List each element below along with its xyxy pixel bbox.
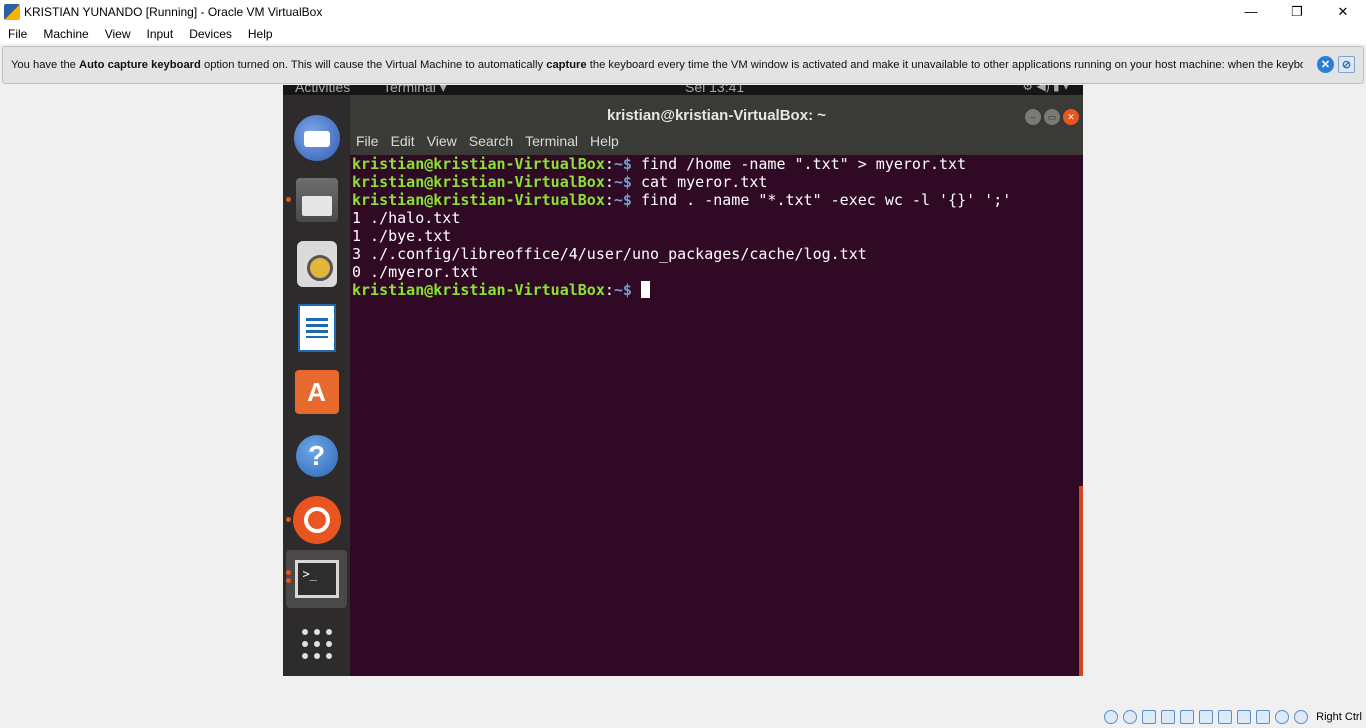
dock-files[interactable] xyxy=(283,171,350,229)
minimize-button[interactable]: — xyxy=(1228,0,1274,23)
output-line: 3 ./.config/libreoffice/4/user/uno_packa… xyxy=(352,245,867,263)
running-indicator xyxy=(286,578,291,583)
menu-file[interactable]: File xyxy=(0,27,35,41)
terminal-menu-search[interactable]: Search xyxy=(469,133,513,149)
prompt-path: ~$ xyxy=(613,173,632,191)
mute-notification-icon[interactable]: ⊘ xyxy=(1338,56,1355,73)
prompt-user: kristian@kristian-VirtualBox xyxy=(352,281,605,299)
dock-terminal[interactable]: >_ xyxy=(286,550,347,608)
software-center-icon: A xyxy=(294,370,339,414)
terminal-line: kristian@kristian-VirtualBox:~$ cat myer… xyxy=(352,173,768,191)
running-indicator xyxy=(286,197,291,202)
dock-writer[interactable] xyxy=(283,299,350,357)
ubuntu-topbar: Activities Terminal ▾ Sel 13:41 ⚙ ◀) ▮ ▾ xyxy=(283,85,1083,95)
prompt-user: kristian@kristian-VirtualBox xyxy=(352,191,605,209)
prompt-path: ~$ xyxy=(613,155,632,173)
command-text: find /home -name ".txt" > myeror.txt xyxy=(631,155,967,173)
virtualbox-logo-icon xyxy=(4,3,20,20)
rhythmbox-icon xyxy=(296,241,337,287)
menu-help[interactable]: Help xyxy=(240,27,281,41)
terminal-menu-terminal[interactable]: Terminal xyxy=(525,133,578,149)
shared-folders-icon[interactable] xyxy=(1199,710,1214,724)
dock-rhythmbox[interactable] xyxy=(283,235,350,293)
command-text: find . -name "*.txt" -exec wc -l '{}' ';… xyxy=(631,191,1012,209)
terminal-line: kristian@kristian-VirtualBox:~$ find /ho… xyxy=(352,155,967,173)
dismiss-notification-icon[interactable]: ✕ xyxy=(1317,56,1334,73)
ubuntu-dock: A ? >_ xyxy=(283,95,350,676)
terminal-menubar: File Edit View Search Terminal Help xyxy=(356,133,631,149)
libreoffice-writer-icon xyxy=(297,304,336,352)
running-indicator xyxy=(286,570,291,575)
clock[interactable]: Sel 13:41 xyxy=(685,85,744,95)
usb-icon[interactable] xyxy=(1180,710,1195,724)
audio-icon[interactable] xyxy=(1142,710,1157,724)
menu-devices[interactable]: Devices xyxy=(181,27,240,41)
output-line: 1 ./bye.txt xyxy=(352,227,452,245)
mouse-integration-icon[interactable] xyxy=(1275,710,1290,724)
terminal-scrollbar[interactable] xyxy=(1079,486,1083,676)
display-icon[interactable] xyxy=(1218,710,1233,724)
optical-drive-icon[interactable] xyxy=(1123,710,1138,724)
system-menu[interactable]: ⚙ ◀) ▮ ▾ xyxy=(1022,85,1069,93)
notification-actions: ✕ ⊘ xyxy=(1317,56,1355,73)
command-text: cat myeror.txt xyxy=(631,173,768,191)
ubuntu-icon xyxy=(292,496,341,544)
terminal-line: kristian@kristian-VirtualBox:~$ xyxy=(352,281,1083,299)
terminal-maximize-button[interactable]: ▭ xyxy=(1044,109,1060,125)
output-line: 1 ./halo.txt xyxy=(352,209,461,227)
host-key-label: Right Ctrl xyxy=(1316,711,1362,723)
vm-statusbar: Right Ctrl xyxy=(1104,706,1366,728)
terminal-icon: >_ xyxy=(294,560,339,598)
terminal-close-button[interactable]: ✕ xyxy=(1063,109,1079,125)
terminal-menu-help[interactable]: Help xyxy=(590,133,619,149)
terminal-title: kristian@kristian-VirtualBox: ~ xyxy=(606,107,826,124)
help-icon: ? xyxy=(295,435,338,477)
files-icon xyxy=(295,178,338,222)
dock-ubuntu[interactable] xyxy=(283,491,350,549)
app-menu[interactable]: Terminal ▾ xyxy=(383,85,447,95)
terminal-line: kristian@kristian-VirtualBox:~$ find . -… xyxy=(352,191,1012,209)
show-apps-icon xyxy=(301,629,332,659)
running-indicator xyxy=(286,517,291,522)
harddisk-icon[interactable] xyxy=(1104,710,1119,724)
terminal-header: kristian@kristian-VirtualBox: ~ – ▭ ✕ Fi… xyxy=(350,95,1083,155)
virtualization-icon[interactable] xyxy=(1256,710,1271,724)
vm-screen[interactable]: Activities Terminal ▾ Sel 13:41 ⚙ ◀) ▮ ▾… xyxy=(283,85,1083,676)
output-line: 0 ./myeror.txt xyxy=(352,263,479,281)
prompt-user: kristian@kristian-VirtualBox xyxy=(352,173,605,191)
host-menubar: File Machine View Input Devices Help xyxy=(0,23,1366,44)
video-capture-icon[interactable] xyxy=(1237,710,1252,724)
auto-capture-notification: You have the Auto capture keyboard optio… xyxy=(2,46,1364,84)
dock-help[interactable]: ? xyxy=(283,427,350,485)
keyboard-capture-icon[interactable] xyxy=(1294,710,1309,724)
close-button[interactable]: ✕ xyxy=(1320,0,1366,23)
terminal-output[interactable]: kristian@kristian-VirtualBox:~$ find /ho… xyxy=(350,155,1083,676)
text-cursor xyxy=(641,281,650,298)
network-icon[interactable] xyxy=(1161,710,1176,724)
terminal-menu-view[interactable]: View xyxy=(427,133,457,149)
menu-input[interactable]: Input xyxy=(139,27,182,41)
activities-button[interactable]: Activities xyxy=(295,85,350,95)
restore-button[interactable]: ❐ xyxy=(1274,0,1320,23)
dock-thunderbird[interactable] xyxy=(283,109,350,167)
prompt-user: kristian@kristian-VirtualBox xyxy=(352,155,605,173)
window-title: KRISTIAN YUNANDO [Running] - Oracle VM V… xyxy=(24,4,323,19)
dock-software[interactable]: A xyxy=(283,363,350,421)
window-controls: — ❐ ✕ xyxy=(1228,0,1366,23)
terminal-menu-file[interactable]: File xyxy=(356,133,379,149)
prompt-path: ~$ xyxy=(613,191,632,209)
terminal-menu-edit[interactable]: Edit xyxy=(391,133,415,149)
window-titlebar: KRISTIAN YUNANDO [Running] - Oracle VM V… xyxy=(0,0,1366,23)
terminal-minimize-button[interactable]: – xyxy=(1025,109,1041,125)
terminal-window-buttons: – ▭ ✕ xyxy=(1025,109,1079,125)
dock-show-apps[interactable] xyxy=(283,615,350,673)
menu-machine[interactable]: Machine xyxy=(35,27,96,41)
notification-message: You have the Auto capture keyboard optio… xyxy=(11,59,1303,71)
thunderbird-icon xyxy=(293,115,340,161)
menu-view[interactable]: View xyxy=(97,27,139,41)
prompt-path: ~$ xyxy=(613,281,632,299)
